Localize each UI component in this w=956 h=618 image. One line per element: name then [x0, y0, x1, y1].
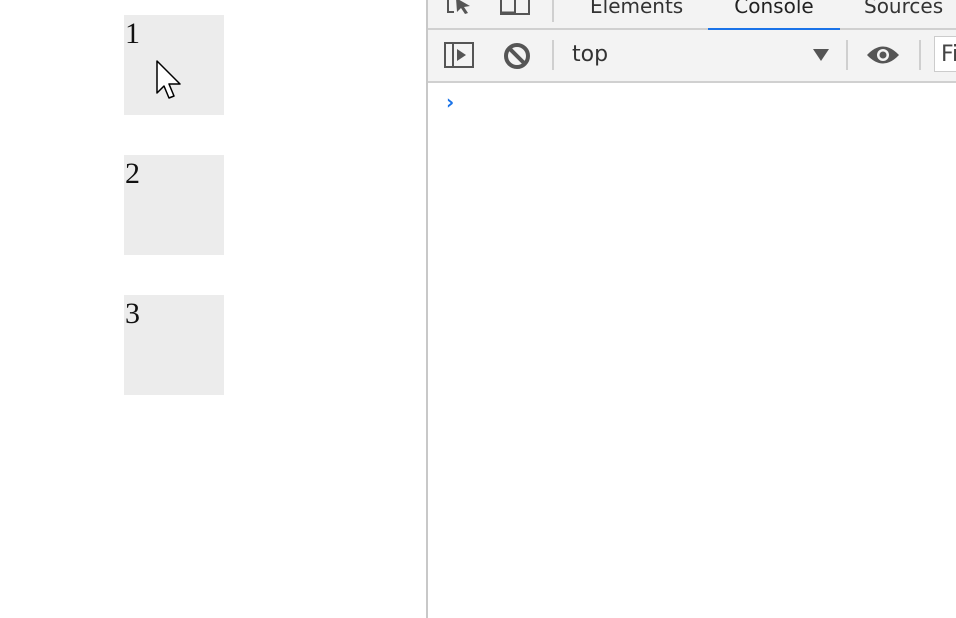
devtools-tabbar: Elements Console Sources — [428, 0, 956, 31]
toolbar-separator — [552, 0, 554, 22]
box-3[interactable]: 3 — [124, 295, 224, 395]
live-expression-eye-icon[interactable] — [866, 44, 900, 66]
context-selector[interactable]: top — [572, 42, 608, 67]
filter-input[interactable]: Filter — [934, 36, 956, 72]
toolbar-separator — [552, 40, 554, 70]
box-2[interactable]: 2 — [124, 155, 224, 255]
tab-console[interactable]: Console — [708, 0, 840, 31]
box-label: 3 — [125, 297, 140, 330]
tab-elements[interactable]: Elements — [590, 0, 683, 28]
box-label: 2 — [125, 157, 140, 190]
console-toolbar: top Filter — [428, 30, 956, 83]
page-viewport: 1 2 3 — [0, 0, 426, 618]
tab-sources[interactable]: Sources — [864, 0, 943, 28]
inspect-element-icon[interactable] — [446, 0, 476, 16]
mouse-cursor-icon — [156, 60, 181, 99]
devtools-panel: Elements Console Sources top Filter › — [428, 0, 956, 618]
dropdown-arrow-icon[interactable] — [812, 48, 830, 62]
device-toolbar-icon[interactable] — [500, 0, 530, 16]
box-label: 1 — [125, 17, 140, 50]
clear-console-icon[interactable] — [503, 42, 531, 70]
show-sidebar-icon[interactable] — [444, 42, 474, 68]
console-prompt-icon[interactable]: › — [446, 90, 454, 114]
toolbar-separator — [846, 40, 848, 70]
toolbar-separator — [919, 40, 921, 70]
